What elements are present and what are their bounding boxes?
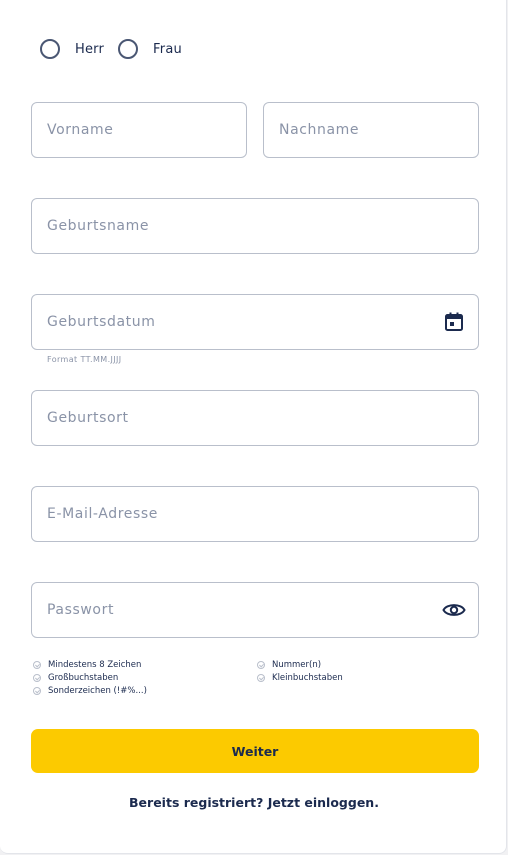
last-name-field bbox=[263, 102, 479, 158]
password-requirements-left: Mindestens 8 Zeichen Großbuchstaben Sond… bbox=[33, 658, 147, 697]
salutation-option-herr[interactable]: Herr bbox=[40, 39, 104, 59]
requirement-item: Mindestens 8 Zeichen bbox=[33, 658, 147, 671]
login-link[interactable]: Bereits registriert? Jetzt einloggen. bbox=[0, 795, 508, 810]
email-field bbox=[31, 486, 479, 542]
email-input[interactable] bbox=[32, 487, 478, 541]
birth-name-field bbox=[31, 198, 479, 254]
requirement-item: Großbuchstaben bbox=[33, 671, 147, 684]
first-name-input[interactable] bbox=[32, 103, 246, 157]
birth-name-input[interactable] bbox=[32, 199, 478, 253]
radio-label-herr: Herr bbox=[75, 41, 105, 57]
salutation-radio-group: Herr Frau bbox=[40, 39, 196, 59]
requirement-label: Mindestens 8 Zeichen bbox=[48, 659, 142, 670]
check-circle-icon bbox=[33, 660, 41, 669]
requirement-label: Sonderzeichen (!#%...) bbox=[48, 685, 147, 696]
radio-label-frau: Frau bbox=[153, 41, 182, 57]
birth-place-input[interactable] bbox=[32, 391, 478, 445]
continue-button[interactable]: Weiter bbox=[31, 729, 479, 773]
birth-date-format-hint: Format TT.MM.JJJJ bbox=[47, 355, 122, 364]
requirement-item: Nummer(n) bbox=[257, 658, 343, 671]
salutation-option-frau[interactable]: Frau bbox=[118, 39, 182, 59]
password-requirements-right: Nummer(n) Kleinbuchstaben bbox=[257, 658, 343, 684]
requirement-label: Großbuchstaben bbox=[48, 672, 119, 683]
eye-icon[interactable] bbox=[442, 598, 466, 622]
last-name-input[interactable] bbox=[264, 103, 478, 157]
requirement-item: Kleinbuchstaben bbox=[257, 671, 343, 684]
check-circle-icon bbox=[33, 686, 41, 695]
radio-button-frau[interactable] bbox=[118, 39, 139, 59]
requirement-item: Sonderzeichen (!#%...) bbox=[33, 684, 147, 697]
check-circle-icon bbox=[257, 673, 265, 682]
password-input[interactable] bbox=[32, 583, 478, 637]
requirement-label: Nummer(n) bbox=[272, 659, 322, 670]
calendar-icon[interactable] bbox=[442, 310, 466, 334]
birth-place-field bbox=[31, 390, 479, 446]
radio-button-herr[interactable] bbox=[40, 39, 60, 59]
birth-date-input[interactable] bbox=[32, 295, 478, 349]
registration-form-card: Herr Frau Format TT.MM.JJJJ bbox=[0, 0, 507, 854]
first-name-field bbox=[31, 102, 247, 158]
check-circle-icon bbox=[257, 660, 265, 669]
check-circle-icon bbox=[33, 673, 41, 682]
requirement-label: Kleinbuchstaben bbox=[272, 672, 343, 683]
password-field bbox=[31, 582, 479, 638]
birth-date-field bbox=[31, 294, 479, 350]
